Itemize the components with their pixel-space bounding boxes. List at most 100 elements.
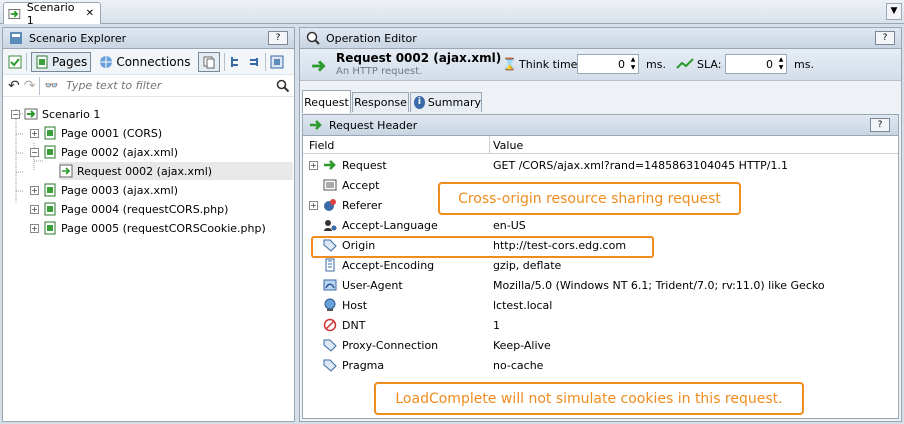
tree-item-label: Page 0002 (ajax.xml) [61,145,179,159]
search-icon[interactable] [276,79,290,93]
editor-icon [306,31,320,45]
sla-value[interactable]: 0 [726,58,776,71]
copy-button[interactable] [198,51,221,72]
table-row[interactable]: Accept-Language en-US [303,215,893,235]
tab-dropdown-button[interactable]: ▼ [886,3,902,20]
spinner-arrows-icon[interactable]: ▲ ▼ [776,56,786,72]
tree-item-label: Page 0001 (CORS) [61,126,163,140]
tree-root-scenario[interactable]: − Scenario 1 [11,105,100,123]
document-tab-strip: Scenario 1 ✕ ▼ [0,0,904,27]
field-value: en-US [493,218,526,232]
table-row[interactable]: + Request GET /CORS/ajax.xml?rand=1485863… [303,155,893,175]
table-row[interactable]: Accept-Encoding gzip, deflate [303,255,893,275]
grid-header: Field Value [303,136,898,154]
referer-icon [324,199,336,211]
sla-label: SLA: [697,58,722,71]
collapse-icon[interactable]: − [30,147,39,157]
spinner-arrows-icon[interactable]: ▲ ▼ [628,56,638,72]
page-icon [44,183,56,197]
explorer-toolbar: Pages Connections [3,49,294,75]
tree-item-page-0004[interactable]: + Page 0004 (requestCORS.php) [30,200,228,218]
table-row[interactable]: DNT 1 [303,315,893,335]
field-value: GET /CORS/ajax.xml?rand=1485863104045 HT… [493,158,788,172]
field-value: gzip, deflate [493,258,562,272]
toolbar-separator [39,76,41,95]
think-time-value[interactable]: 0 [578,58,628,71]
tab-label: Scenario 1 [26,0,75,27]
field-name: Accept [342,178,380,192]
tab-scenario-1[interactable]: Scenario 1 ✕ [3,0,101,27]
field-value: Keep-Alive [493,338,551,352]
hourglass-icon: ⌛ [502,57,517,71]
tree-item-label: Request 0002 (ajax.xml) [77,164,213,178]
section-title: Request Header [329,118,418,132]
tree-item-label: Page 0003 (ajax.xml) [61,183,179,197]
tree-item-label: Page 0004 (requestCORS.php) [61,202,229,216]
tree-item-page-0002[interactable]: − Page 0002 (ajax.xml) [30,143,178,161]
page-icon [44,202,56,216]
table-row[interactable]: Proxy-Connection Keep-Alive [303,335,893,355]
tab-response[interactable]: Response [352,92,409,112]
tab-request[interactable]: Request [302,90,351,113]
explorer-title: Scenario Explorer [29,31,127,45]
expand-icon[interactable]: + [309,200,318,210]
help-button[interactable]: ? [268,31,288,45]
tree-item-page-0003[interactable]: + Page 0003 (ajax.xml) [30,181,178,199]
column-field[interactable]: Field [309,139,334,152]
field-value: lctest.local [493,298,553,312]
field-name: Referer [342,198,383,212]
tab-label: Request [304,95,349,109]
tree-item-label: Page 0005 (requestCORSCookie.php) [61,221,266,235]
tree-item-page-0001[interactable]: + Page 0001 (CORS) [30,124,162,142]
help-button[interactable]: ? [875,31,895,45]
table-row[interactable]: User-Agent Mozilla/5.0 (Windows NT 6.1; … [303,275,893,295]
field-name: Accept-Language [342,218,438,232]
scenario-icon [8,8,21,19]
request-subtitle: An HTTP request. [336,66,423,77]
close-icon[interactable]: ✕ [86,8,94,19]
expand-icon[interactable]: + [30,128,39,138]
table-row[interactable]: Pragma no-cache [303,355,893,375]
cookies-callout: LoadComplete will not simulate cookies i… [374,382,804,415]
tag-icon [323,339,337,352]
page-icon [44,126,56,140]
explorer-header: Scenario Explorer ? [3,28,294,49]
page-icon [44,145,56,159]
column-value[interactable]: Value [493,139,523,152]
field-name: Proxy-Connection [342,338,439,352]
expand-icon[interactable]: + [30,204,39,214]
tree-structure-icon[interactable] [229,55,243,69]
field-name: Pragma [342,358,385,372]
column-divider [489,136,490,154]
field-name: User-Agent [342,278,403,292]
expand-icon[interactable]: + [309,160,318,170]
tree-item-label: Scenario 1 [42,107,101,121]
explorer-icon [10,32,22,44]
tree-item-request-0002[interactable]: Request 0002 (ajax.xml) [59,162,293,180]
checkbox-icon[interactable] [8,55,22,69]
field-name: Request [342,158,387,172]
editor-header: Operation Editor ? [300,28,901,49]
collapse-icon[interactable]: − [11,109,20,119]
filter-input[interactable] [62,76,272,95]
tab-summary[interactable]: i Summary [410,92,482,112]
help-button[interactable]: ? [870,118,890,132]
binoculars-icon[interactable]: 👓 [44,79,58,92]
list-icon [323,179,337,191]
filter-toolbar: ↶ ↷ 👓 [3,75,294,97]
think-time-spinner[interactable]: 0 ▲ ▼ [577,54,639,74]
connections-view-button[interactable]: Connections [95,52,194,72]
undo-icon[interactable]: ↶ [8,78,20,94]
sla-spinner[interactable]: 0 ▲ ▼ [725,54,787,74]
tree-item-page-0005[interactable]: + Page 0005 (requestCORSCookie.php) [30,219,266,237]
think-time-label: Think time: [519,58,582,71]
tree-collapse-icon[interactable] [247,55,261,69]
pages-view-button[interactable]: Pages [31,51,92,72]
redo-icon[interactable]: ↷ [24,78,36,94]
expand-icon[interactable]: + [30,185,39,195]
settings-icon[interactable] [270,55,284,69]
table-row[interactable]: Host lctest.local [303,295,893,315]
request-icon [59,164,73,178]
field-name: Host [342,298,368,312]
expand-icon[interactable]: + [30,223,39,233]
